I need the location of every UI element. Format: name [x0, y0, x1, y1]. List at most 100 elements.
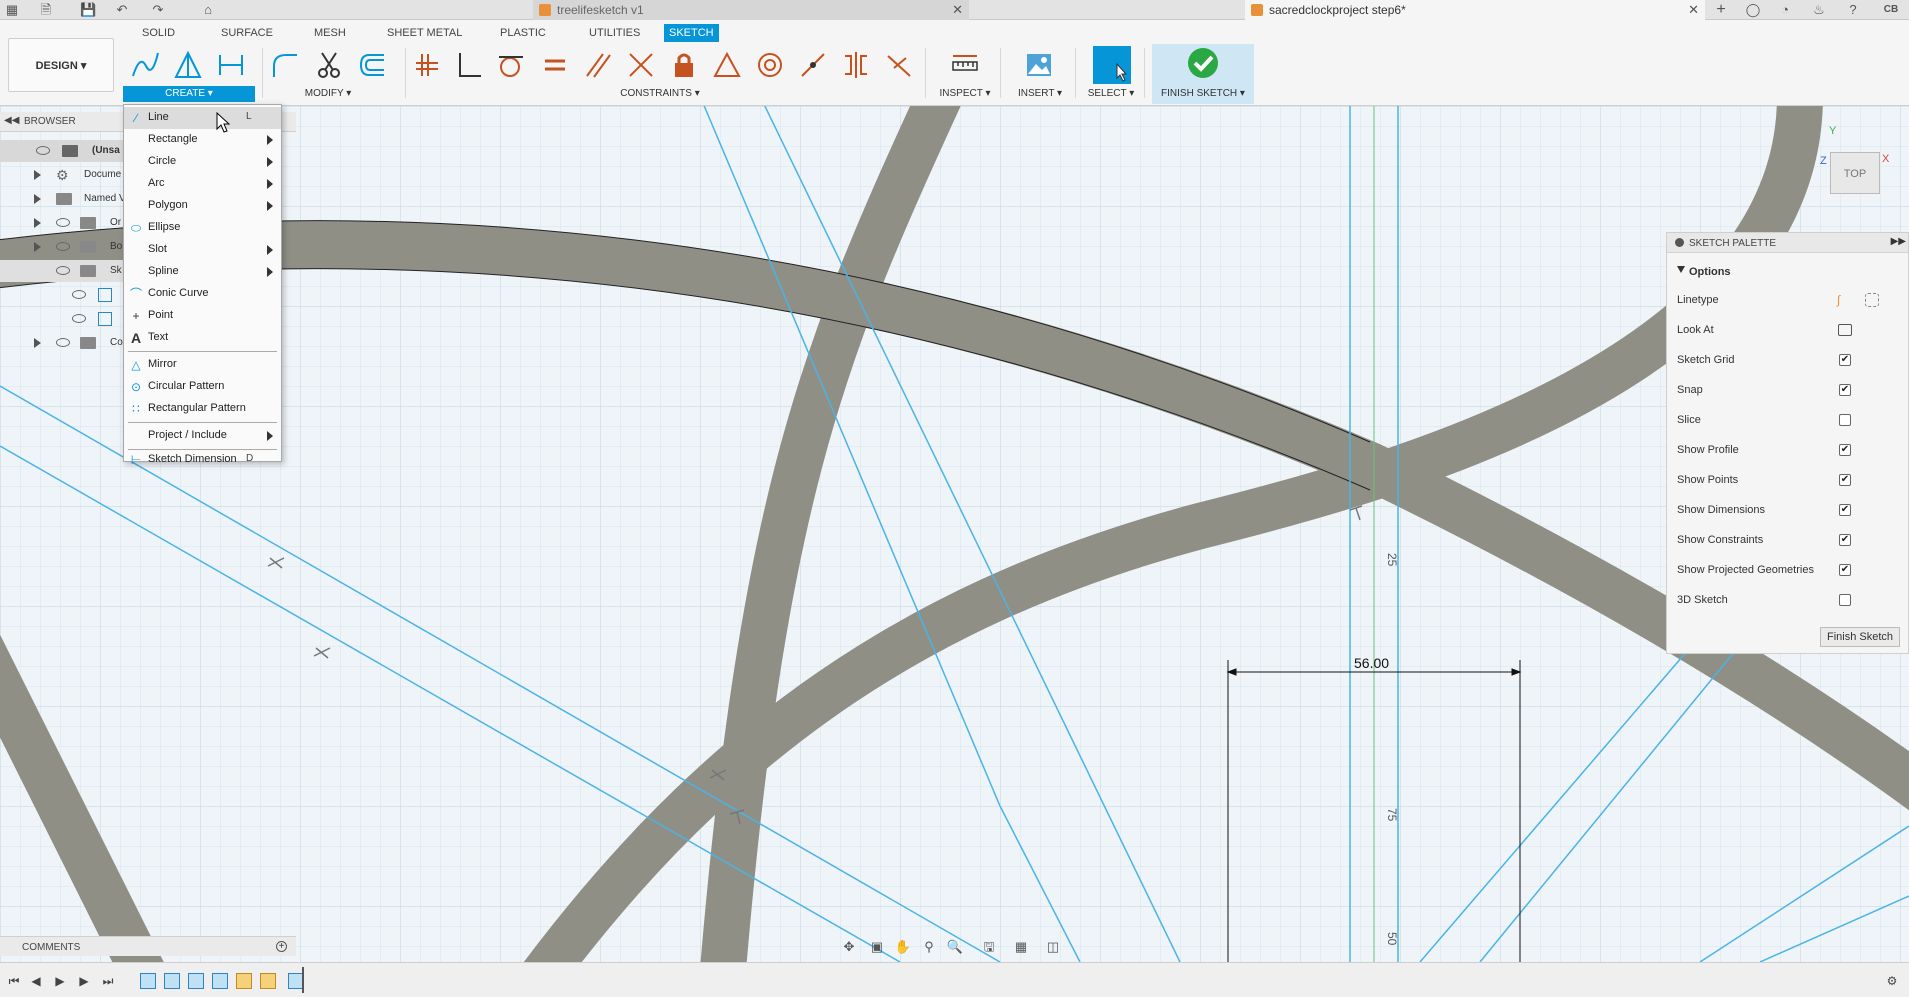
sketch-canvas[interactable]: 56.00 25 75 50 Y X Z	[0, 106, 1909, 962]
browser-item-named-views[interactable]: Named V	[0, 188, 130, 210]
show-projected-geometries-checkbox[interactable]: ✔	[1839, 564, 1851, 576]
expand-icon[interactable]	[34, 170, 41, 180]
menu-item-conic-curve[interactable]: ⌒ Conic Curve	[124, 283, 281, 305]
grid-settings-icon[interactable]: ▦	[1012, 939, 1030, 955]
measure-ruler-icon[interactable]	[948, 48, 982, 82]
new-tab-icon[interactable]: +	[1713, 2, 1729, 18]
finish-sketch-palette-button[interactable]: Finish Sketch	[1820, 627, 1900, 647]
curvature-constraint-icon[interactable]	[882, 48, 916, 82]
notifications-icon[interactable]: ♨	[1811, 2, 1827, 18]
modify-menu-button[interactable]: MODIFY ▾	[290, 86, 366, 102]
play-icon[interactable]: ▶	[52, 973, 68, 989]
triangle-tool-icon[interactable]	[171, 48, 205, 82]
horizontal-vertical-constraint-icon[interactable]	[410, 48, 444, 82]
extensions-icon[interactable]: ◯	[1745, 2, 1761, 18]
tab-surface[interactable]: SURFACE	[216, 24, 278, 42]
browser-item-document-settings[interactable]: ⚙ Docume	[0, 164, 130, 186]
close-tab-icon[interactable]: ✕	[1688, 0, 1699, 20]
zoom-icon[interactable]: ⚲	[920, 939, 938, 955]
workspace-switcher[interactable]: DESIGN ▾	[8, 38, 114, 92]
concentric-constraint-icon[interactable]	[753, 48, 787, 82]
eye-icon[interactable]	[56, 338, 70, 347]
eye-icon[interactable]	[36, 146, 50, 155]
expand-palette-icon[interactable]: ▶▶	[1891, 236, 1906, 247]
coincident-constraint-icon[interactable]	[624, 48, 658, 82]
tab-utilities[interactable]: UTILITIES	[584, 24, 645, 42]
inspect-menu-button[interactable]: INSPECT ▾	[930, 86, 1000, 102]
tab-sheet-metal[interactable]: SHEET METAL	[382, 24, 467, 42]
zoom-window-icon[interactable]: 🔍	[946, 939, 964, 955]
eye-icon[interactable]	[72, 314, 86, 323]
eye-icon[interactable]	[56, 242, 70, 251]
construction-linetype-icon[interactable]: ∫	[1837, 293, 1840, 307]
collapse-options-icon[interactable]	[1677, 266, 1685, 273]
browser-item-sketch-1[interactable]	[0, 284, 130, 306]
look-at-nav-icon[interactable]: ▣	[868, 939, 886, 955]
browser-item-sketches[interactable]: Sk	[0, 260, 130, 282]
display-settings-icon[interactable]: 🖫	[980, 939, 998, 955]
menu-item-circular-pattern[interactable]: ⊙ Circular Pattern	[124, 376, 281, 398]
show-profile-checkbox[interactable]: ✔	[1839, 444, 1851, 456]
line-tool-icon[interactable]	[128, 48, 162, 82]
undo-icon[interactable]: ↶	[114, 2, 130, 18]
eye-hidden-icon[interactable]	[72, 290, 86, 299]
tab-plastic[interactable]: PLASTIC	[495, 24, 551, 42]
browser-item-bodies[interactable]: Bo	[0, 236, 130, 258]
symmetry-constraint-icon[interactable]	[839, 48, 873, 82]
user-avatar[interactable]: CB	[1879, 2, 1903, 18]
pan-hand-icon[interactable]: ✋	[894, 939, 912, 955]
browser-item-construction[interactable]: Co	[0, 332, 130, 354]
timeline-feature[interactable]	[236, 973, 252, 989]
tab-solid[interactable]: SOLID	[137, 24, 180, 42]
menu-item-spline[interactable]: Spline	[124, 261, 281, 283]
go-to-start-icon[interactable]: ⏮	[6, 973, 22, 989]
triangle-constraint-icon[interactable]	[710, 48, 744, 82]
timeline-feature[interactable]	[188, 973, 204, 989]
menu-item-arc[interactable]: Arc	[124, 173, 281, 195]
menu-item-ellipse[interactable]: ⬭ Ellipse	[124, 217, 281, 239]
select-tool-button[interactable]	[1093, 46, 1131, 84]
show-dimensions-checkbox[interactable]: ✔	[1839, 504, 1851, 516]
3d-sketch-checkbox[interactable]	[1839, 594, 1851, 606]
tangent-constraint-icon[interactable]	[494, 48, 528, 82]
fillet-tool-icon[interactable]	[268, 48, 302, 82]
browser-item-sketch-2[interactable]	[0, 308, 130, 330]
expand-icon[interactable]	[34, 218, 41, 228]
menu-item-line[interactable]: ∕ Line L	[124, 107, 281, 129]
perpendicular-constraint-icon[interactable]	[452, 48, 486, 82]
eye-icon[interactable]	[56, 266, 70, 275]
timeline-feature[interactable]	[140, 973, 156, 989]
trim-scissors-icon[interactable]	[312, 48, 346, 82]
fix-lock-icon[interactable]	[667, 48, 701, 82]
menu-item-point[interactable]: + Point	[124, 305, 281, 327]
snap-checkbox[interactable]: ✔	[1839, 384, 1851, 396]
help-icon[interactable]: ?	[1845, 2, 1861, 18]
sketch-palette-header[interactable]: SKETCH PALETTE ▶▶	[1667, 233, 1908, 253]
parallel-constraint-icon[interactable]	[581, 48, 615, 82]
offset-tool-icon[interactable]	[355, 48, 389, 82]
show-constraints-checkbox[interactable]: ✔	[1839, 534, 1851, 546]
doc-tab-treelifesketch[interactable]: treelifesketch v1 ✕	[533, 0, 969, 20]
insert-menu-button[interactable]: INSERT ▾	[1006, 86, 1074, 102]
expand-icon[interactable]	[34, 338, 41, 348]
sketch-grid-checkbox[interactable]: ✔	[1839, 354, 1851, 366]
finish-sketch-button[interactable]: FINISH SKETCH ▾	[1152, 86, 1254, 102]
close-tab-icon[interactable]: ✕	[952, 0, 963, 20]
viewports-icon[interactable]: ◫	[1044, 939, 1062, 955]
select-menu-button[interactable]: SELECT ▾	[1078, 86, 1144, 102]
tab-mesh[interactable]: MESH	[309, 24, 351, 42]
menu-item-circle[interactable]: Circle	[124, 151, 281, 173]
eye-hidden-icon[interactable]	[56, 218, 70, 227]
add-comment-icon[interactable]: +	[276, 941, 287, 952]
browser-item-root[interactable]: (Unsa	[0, 140, 130, 162]
orbit-icon[interactable]: ✥	[840, 939, 858, 955]
dimension-value[interactable]: 56.00	[1354, 655, 1389, 671]
comments-panel[interactable]: COMMENTS +	[0, 936, 296, 956]
home-icon[interactable]: ⌂	[200, 2, 216, 18]
menu-item-text[interactable]: A Text	[124, 327, 281, 349]
collapse-browser-icon[interactable]: ◀◀	[4, 115, 19, 126]
timeline-marker[interactable]	[302, 967, 304, 993]
menu-item-polygon[interactable]: Polygon	[124, 195, 281, 217]
midpoint-constraint-icon[interactable]	[796, 48, 830, 82]
step-back-icon[interactable]: ◀	[28, 973, 44, 989]
